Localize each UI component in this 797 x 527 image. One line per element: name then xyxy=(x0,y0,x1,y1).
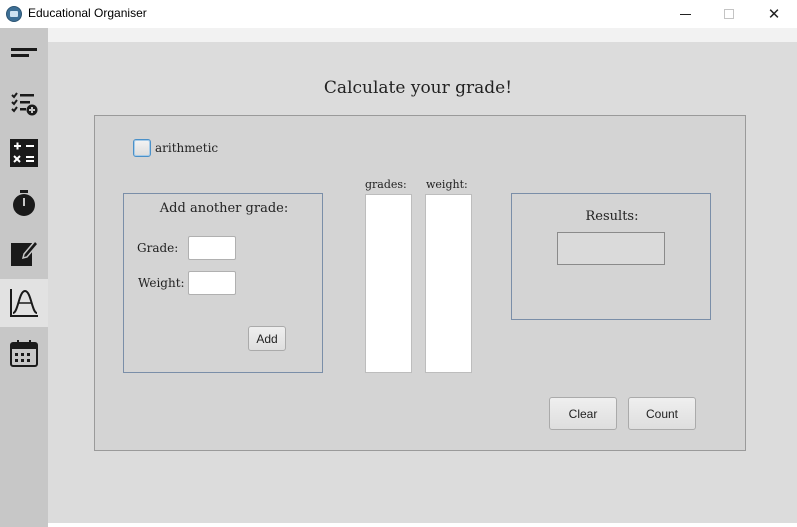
weight-label: Weight: xyxy=(138,276,185,290)
window-title: Educational Organiser xyxy=(28,6,147,20)
sidebar-item-tasks[interactable] xyxy=(0,79,48,127)
app-icon xyxy=(6,6,22,22)
grade-input[interactable] xyxy=(188,236,236,260)
arithmetic-option[interactable]: arithmetic xyxy=(133,139,218,157)
main-content: Calculate your grade! arithmetic Add ano… xyxy=(48,42,797,523)
calendar-icon xyxy=(10,340,38,367)
minimize-icon xyxy=(679,13,691,15)
weight-column-label: weight: xyxy=(426,178,468,191)
grade-curve-icon xyxy=(10,289,38,317)
page-title: Calculate your grade! xyxy=(323,78,513,98)
sidebar-item-calendar[interactable] xyxy=(0,329,48,377)
sidebar xyxy=(0,28,48,527)
maximize-icon xyxy=(724,9,734,19)
stopwatch-icon xyxy=(13,190,35,216)
add-grade-box: Add another grade: Grade: Weight: Add xyxy=(123,193,323,373)
minimize-button[interactable] xyxy=(662,0,708,28)
clear-button[interactable]: Clear xyxy=(549,397,617,430)
sidebar-item-grades[interactable] xyxy=(0,279,48,327)
edit-note-icon xyxy=(11,239,39,266)
sidebar-item-calculator[interactable] xyxy=(0,129,48,177)
close-button[interactable]: ✕ xyxy=(751,0,797,28)
add-button[interactable]: Add xyxy=(248,326,286,351)
grade-calculator-panel: arithmetic Add another grade: Grade: Wei… xyxy=(94,115,746,451)
sidebar-item-notes[interactable] xyxy=(0,229,48,277)
count-button[interactable]: Count xyxy=(628,397,696,430)
top-strip xyxy=(48,28,797,42)
results-box: Results: xyxy=(511,193,711,320)
maximize-button[interactable] xyxy=(706,0,752,28)
sidebar-item-menu[interactable] xyxy=(0,28,48,76)
task-list-add-icon xyxy=(11,92,38,116)
arithmetic-checkbox[interactable] xyxy=(133,139,151,157)
weight-input[interactable] xyxy=(188,271,236,295)
calculator-icon xyxy=(10,139,38,167)
weights-list[interactable] xyxy=(425,194,472,373)
results-output xyxy=(557,232,665,265)
add-grade-title: Add another grade: xyxy=(159,201,289,216)
results-title: Results: xyxy=(585,209,639,224)
arithmetic-label: arithmetic xyxy=(155,141,219,155)
grades-list[interactable] xyxy=(365,194,412,373)
grades-column-label: grades: xyxy=(365,178,407,191)
grade-label: Grade: xyxy=(137,241,179,255)
menu-icon xyxy=(11,48,37,57)
sidebar-item-timer[interactable] xyxy=(0,179,48,227)
title-bar: Educational Organiser ✕ xyxy=(0,0,797,28)
